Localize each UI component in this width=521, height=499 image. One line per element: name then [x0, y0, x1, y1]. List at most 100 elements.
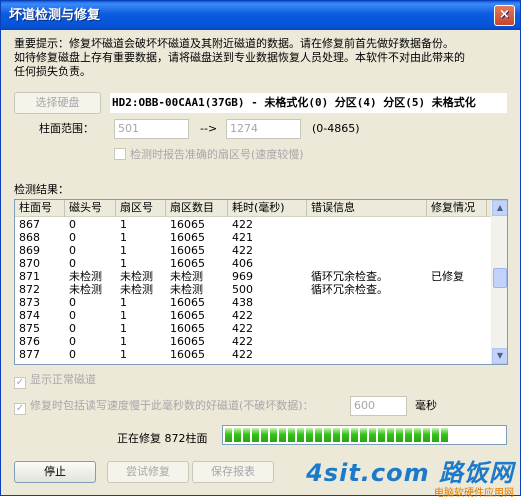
scroll-thumb[interactable] [493, 268, 507, 288]
table-cell: 867 [19, 218, 40, 231]
range-hint: (0-4865) [312, 122, 360, 135]
progress-block [423, 428, 430, 442]
table-row[interactable]: 868 0 1 16065 421 [15, 231, 493, 244]
progress-block [261, 428, 268, 442]
progress-status: 正在修复 872柱面 [117, 432, 208, 445]
progress-block [405, 428, 412, 442]
slow-track-option[interactable]: ✓ 修复时包括读写速度慢于此毫秒数的好磁道(不破坏数据)： [14, 399, 314, 415]
table-cell: 16065 [170, 309, 205, 322]
notice-line-2: 如待修复磁盘上存有重要数据，请将磁盘送到专业数据恢复人员处理。本软件不对由此带来… [14, 51, 465, 64]
warning-notice: 重要提示：修复坏磁道会破坏坏磁道及其附近磁道的数据。请在修复前首先做好数据备份。… [14, 37, 509, 79]
table-cell: 16065 [170, 335, 205, 348]
show-normal-checkbox[interactable]: ✓ [14, 377, 26, 389]
table-row[interactable]: 871 未检测 未检测 未检测 969 循环冗余检查。 已修复 [15, 270, 493, 283]
slow-track-checkbox[interactable]: ✓ [14, 403, 26, 415]
notice-line-3: 任何损失负责。 [14, 65, 91, 78]
table-row[interactable]: 870 0 1 16065 406 [15, 257, 493, 270]
progress-block [432, 428, 439, 442]
table-cell: 1 [120, 296, 127, 309]
progress-block [360, 428, 367, 442]
progress-block [378, 428, 385, 442]
table-cell: 438 [232, 296, 253, 309]
progress-block [270, 428, 277, 442]
table-cell: 未检测 [69, 283, 102, 296]
table-cell: 875 [19, 322, 40, 335]
slow-threshold-input[interactable]: 600 [350, 396, 407, 416]
table-cell: 0 [69, 244, 76, 257]
cylinder-from-input[interactable]: 501 [114, 119, 189, 139]
table-cell: 0 [69, 322, 76, 335]
table-row[interactable]: 877 0 1 16065 422 [15, 348, 493, 361]
table-cell: 16065 [170, 218, 205, 231]
table-cell: 0 [69, 257, 76, 270]
slow-track-label: 修复时包括读写速度慢于此毫秒数的好磁道(不破坏数据)： [30, 399, 314, 412]
progress-block [315, 428, 322, 442]
table-cell: 1 [120, 322, 127, 335]
table-cell: 已修复 [431, 270, 464, 283]
scroll-down-icon[interactable]: ▼ [492, 348, 507, 364]
table-cell: 969 [232, 270, 253, 283]
col-sector[interactable]: 扇区号 [116, 200, 166, 217]
table-cell: 877 [19, 348, 40, 361]
progress-fill [225, 428, 504, 442]
table-cell: 870 [19, 257, 40, 270]
notice-line-1: 重要提示：修复坏磁道会破坏坏磁道及其附近磁道的数据。请在修复前首先做好数据备份。 [14, 37, 454, 50]
table-cell: 未检测 [120, 283, 153, 296]
table-row[interactable]: 869 0 1 16065 422 [15, 244, 493, 257]
watermark-main: 路饭网 [439, 459, 514, 487]
col-repair[interactable]: 修复情况 [427, 200, 487, 217]
progress-block [243, 428, 250, 442]
accurate-sector-option[interactable]: 检测时报告准确的扇区号(速度较慢) [114, 148, 304, 162]
try-repair-button[interactable]: 尝试修复 [107, 461, 189, 483]
close-button[interactable]: × [494, 5, 515, 26]
slow-unit-label: 毫秒 [415, 399, 437, 412]
scroll-up-icon[interactable]: ▲ [492, 200, 507, 216]
table-cell: 873 [19, 296, 40, 309]
table-row[interactable]: 872 未检测 未检测 未检测 500 循环冗余检查。 [15, 283, 493, 296]
results-scrollbar[interactable]: ▲ ▼ [491, 200, 507, 364]
show-normal-option[interactable]: ✓ 显示正常磁道 [14, 373, 96, 389]
table-cell: 未检测 [69, 270, 102, 283]
progress-block [441, 428, 448, 442]
col-time[interactable]: 耗时(毫秒) [228, 200, 307, 217]
col-sector-count[interactable]: 扇区数目 [166, 200, 228, 217]
table-cell: 1 [120, 257, 127, 270]
col-head[interactable]: 磁头号 [65, 200, 116, 217]
progress-block [351, 428, 358, 442]
progress-block [225, 428, 232, 442]
progress-block [387, 428, 394, 442]
results-label: 检测结果： [14, 183, 69, 196]
table-cell: 0 [69, 218, 76, 231]
results-list[interactable]: 柱面号 磁头号 扇区号 扇区数目 耗时(毫秒) 错误信息 修复情况 867 0 1 1… [14, 199, 508, 365]
table-cell: 868 [19, 231, 40, 244]
table-row[interactable]: 874 0 1 16065 422 [15, 309, 493, 322]
table-cell: 422 [232, 218, 253, 231]
progress-block [333, 428, 340, 442]
table-cell: 422 [232, 348, 253, 361]
show-normal-label: 显示正常磁道 [30, 373, 96, 386]
col-cylinder[interactable]: 柱面号 [15, 200, 65, 217]
table-cell: 500 [232, 283, 253, 296]
accurate-sector-checkbox[interactable] [114, 148, 126, 160]
table-row[interactable]: 867 0 1 16065 422 [15, 218, 493, 231]
table-row[interactable]: 873 0 1 16065 438 [15, 296, 493, 309]
table-cell: 未检测 [170, 283, 203, 296]
table-cell: 876 [19, 335, 40, 348]
cylinder-to-input[interactable]: 1274 [226, 119, 301, 139]
table-cell: 874 [19, 309, 40, 322]
table-row[interactable]: 875 0 1 16065 422 [15, 322, 493, 335]
select-drive-button[interactable]: 选择硬盘 [14, 92, 101, 114]
save-report-button[interactable]: 保存报表 [192, 461, 274, 483]
col-error[interactable]: 错误信息 [307, 200, 427, 217]
stop-button[interactable]: 停止 [14, 461, 96, 483]
cylinder-range-label: 柱面范围： [39, 122, 94, 135]
table-row[interactable]: 876 0 1 16065 422 [15, 335, 493, 348]
window-title: 坏道检测与修复 [9, 8, 101, 23]
progress-block [306, 428, 313, 442]
table-cell: 16065 [170, 244, 205, 257]
progress-block [288, 428, 295, 442]
table-cell: 未检测 [120, 270, 153, 283]
table-cell: 421 [232, 231, 253, 244]
table-cell: 422 [232, 322, 253, 335]
table-cell: 1 [120, 348, 127, 361]
